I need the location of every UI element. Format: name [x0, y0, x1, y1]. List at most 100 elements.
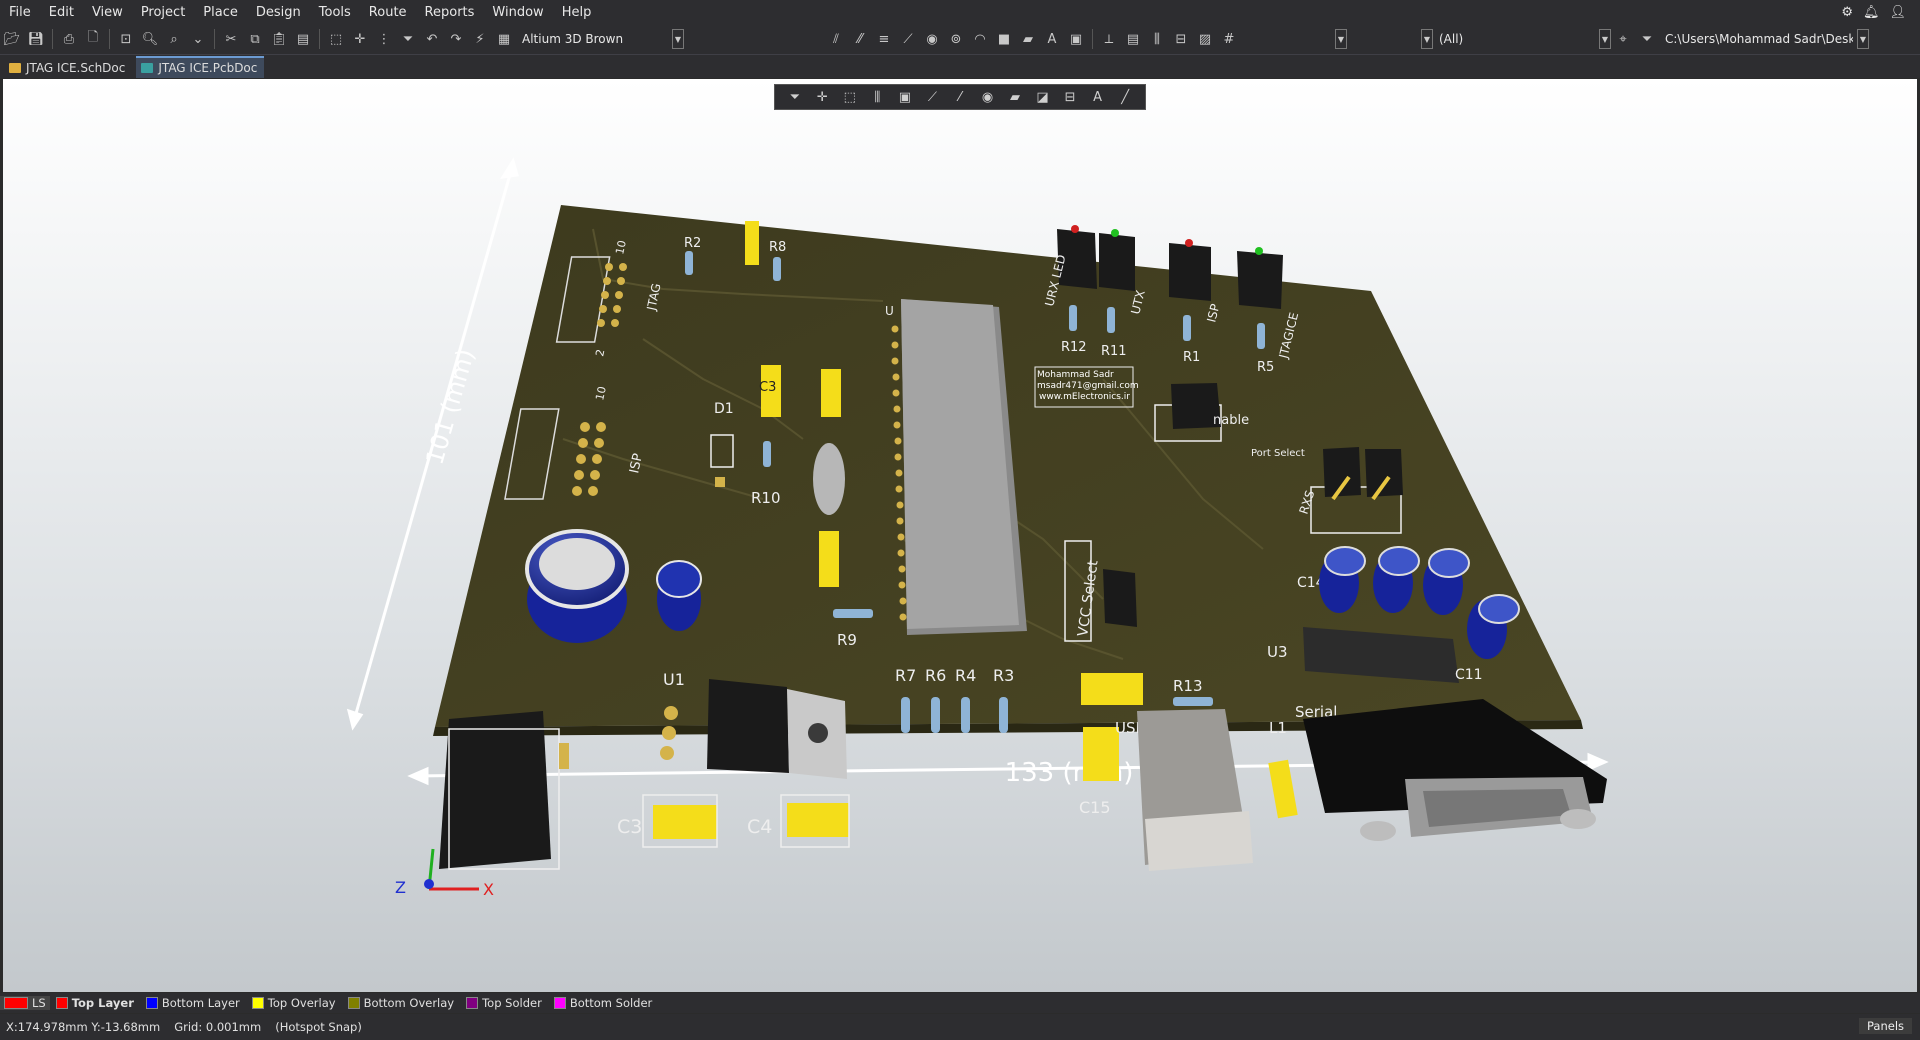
zoom-dropdown-icon[interactable]: ⌄	[187, 28, 209, 50]
menu-place[interactable]: Place	[194, 5, 247, 20]
redo-icon[interactable]: ↷	[445, 28, 467, 50]
layer-label: Bottom Layer	[161, 996, 240, 1010]
grid-icon[interactable]: #	[1218, 28, 1240, 50]
grid-dropdown-icon[interactable]: ▼	[1335, 29, 1347, 49]
r10-resistor	[763, 441, 771, 467]
component-icon[interactable]: ▣	[1065, 28, 1087, 50]
filter-select[interactable]: (All)	[1433, 29, 1595, 49]
component-bar-icon[interactable]: ▣	[894, 90, 916, 105]
bell-icon[interactable]: 🔔︎	[1863, 5, 1880, 20]
vcc-select-jumper	[1103, 569, 1137, 627]
r9-resistor	[833, 609, 873, 618]
layer-ls[interactable]: LS	[0, 996, 50, 1010]
apply-filter-icon[interactable]: ⌖	[1612, 28, 1634, 50]
layer-label: Top Overlay	[267, 996, 336, 1010]
print-preview-icon[interactable]: 🗋	[82, 28, 104, 50]
u1-body	[707, 679, 789, 773]
filter-icon[interactable]: ⏷	[784, 90, 806, 105]
cursor-coordinates: X:174.978mm Y:-13.68mm	[6, 1020, 161, 1034]
cross-probe-icon[interactable]: ⚡	[469, 28, 491, 50]
text-icon[interactable]: A	[1041, 28, 1063, 50]
move-icon[interactable]: ✛	[349, 28, 371, 50]
view-config-icon[interactable]: ▦	[493, 28, 515, 50]
routing-icon[interactable]: ⫽	[825, 28, 847, 50]
line-bar-icon[interactable]: ╱	[1114, 90, 1136, 105]
print-icon[interactable]: ⎙	[58, 28, 80, 50]
select-tools-icon[interactable]: ⋮	[373, 28, 395, 50]
menu-file[interactable]: File	[0, 5, 40, 20]
fill-icon[interactable]: ■	[993, 28, 1015, 50]
zoom-area-icon[interactable]: 🔍︎	[139, 28, 161, 50]
rubber-stamp-icon[interactable]: ▤	[292, 28, 314, 50]
interactive-route-icon[interactable]: ⟋	[897, 28, 919, 50]
menu-view[interactable]: View	[83, 5, 132, 20]
select-area-icon[interactable]: ⬚	[325, 28, 347, 50]
crosshair-icon[interactable]: ✛	[811, 90, 833, 105]
layer-bottom-overlay[interactable]: Bottom Overlay	[342, 996, 461, 1010]
measure-icon[interactable]: ⟂	[1098, 28, 1120, 50]
zoom-selected-icon[interactable]: ⌕	[163, 28, 185, 50]
layer-top[interactable]: Top Layer	[50, 996, 140, 1010]
via-bar-icon[interactable]: ◉	[976, 90, 998, 105]
layer-top-solder[interactable]: Top Solder	[460, 996, 548, 1010]
clear-filter-funnel-icon[interactable]: ⏷	[1636, 28, 1658, 50]
dimension-bar-icon[interactable]: ⊟	[1059, 90, 1081, 105]
dimension-icon[interactable]: ⊟	[1170, 28, 1192, 50]
clear-filter-icon[interactable]: ⏷	[397, 28, 419, 50]
yellow-cap-right	[821, 369, 841, 417]
room-icon[interactable]: ▨	[1194, 28, 1216, 50]
menu-edit[interactable]: Edit	[40, 5, 83, 20]
r2-label: R2	[684, 236, 701, 251]
layer-top-overlay[interactable]: Top Overlay	[246, 996, 342, 1010]
undo-icon[interactable]: ↶	[421, 28, 443, 50]
menu-window[interactable]: Window	[483, 5, 552, 20]
tab-schdoc[interactable]: JTAG ICE.SchDoc	[4, 58, 132, 78]
view-config-dropdown-icon[interactable]: ▼	[672, 29, 684, 49]
path-value: C:\Users\Mohammad Sadr\Deskto	[1665, 32, 1853, 46]
select-box-icon[interactable]: ⬚	[839, 90, 861, 105]
diff-pair-icon[interactable]: ⁄⁄	[849, 28, 871, 50]
menu-design[interactable]: Design	[247, 5, 310, 20]
polygon-icon[interactable]: ▰	[1017, 28, 1039, 50]
panels-button[interactable]: Panels	[1858, 1018, 1912, 1034]
via-icon[interactable]: ◉	[921, 28, 943, 50]
tab-pcbdoc[interactable]: JTAG ICE.PcbDoc	[136, 56, 265, 78]
layer-bottom[interactable]: Bottom Layer	[140, 996, 246, 1010]
view-config-select[interactable]: Altium 3D Brown	[516, 29, 668, 49]
zoom-fit-icon[interactable]: ⊡	[115, 28, 137, 50]
r9-label: R9	[837, 631, 857, 649]
copy-icon[interactable]: ⧉	[244, 28, 266, 50]
diffpair-bar-icon[interactable]: ⁄	[949, 90, 971, 105]
path-field[interactable]: C:\Users\Mohammad Sadr\Deskto	[1659, 29, 1853, 49]
user-icon[interactable]: 👤︎	[1889, 5, 1906, 20]
menu-project[interactable]: Project	[132, 5, 194, 20]
fill-bar-icon[interactable]: ▰	[1004, 90, 1026, 105]
route-bar-icon[interactable]: ⟋	[921, 90, 943, 105]
menu-route[interactable]: Route	[360, 5, 416, 20]
arc-icon[interactable]: ◠	[969, 28, 991, 50]
keepout-bar-icon[interactable]: ◪	[1032, 90, 1054, 105]
filter-dropdown-icon[interactable]: ▼	[1421, 29, 1433, 49]
pcb-3d-viewport[interactable]: 101 (mm) 133 (mm) JTAG 10 2 ISP 10 R2 R8	[3, 79, 1917, 992]
paste-icon[interactable]: 📋︎	[268, 28, 290, 50]
layer-bottom-solder[interactable]: Bottom Solder	[548, 996, 658, 1010]
align-icon[interactable]: ⫼	[1146, 28, 1168, 50]
gear-icon[interactable]: ⚙	[1841, 5, 1853, 20]
pad-icon[interactable]: ⊚	[945, 28, 967, 50]
pcb-file-icon	[141, 63, 154, 73]
path-dropdown-icon[interactable]: ▼	[1857, 29, 1869, 49]
cut-icon[interactable]: ✂	[220, 28, 242, 50]
menu-help[interactable]: Help	[553, 5, 601, 20]
r7-label: R7	[895, 666, 916, 685]
filter-mode-dropdown-icon[interactable]: ▼	[1599, 29, 1611, 49]
menu-reports[interactable]: Reports	[416, 5, 484, 20]
menu-tools[interactable]: Tools	[310, 5, 360, 20]
u3-label: U3	[1267, 643, 1288, 661]
layer-stack-icon[interactable]: ▤	[1122, 28, 1144, 50]
open-folder-icon[interactable]: 📂︎	[1, 28, 23, 50]
align-bar-icon[interactable]: ⫼	[866, 90, 888, 105]
save-icon[interactable]: 💾︎	[25, 28, 47, 50]
multi-route-icon[interactable]: ≡	[873, 28, 895, 50]
crystal	[813, 443, 845, 515]
text-bar-icon[interactable]: A	[1087, 90, 1109, 105]
